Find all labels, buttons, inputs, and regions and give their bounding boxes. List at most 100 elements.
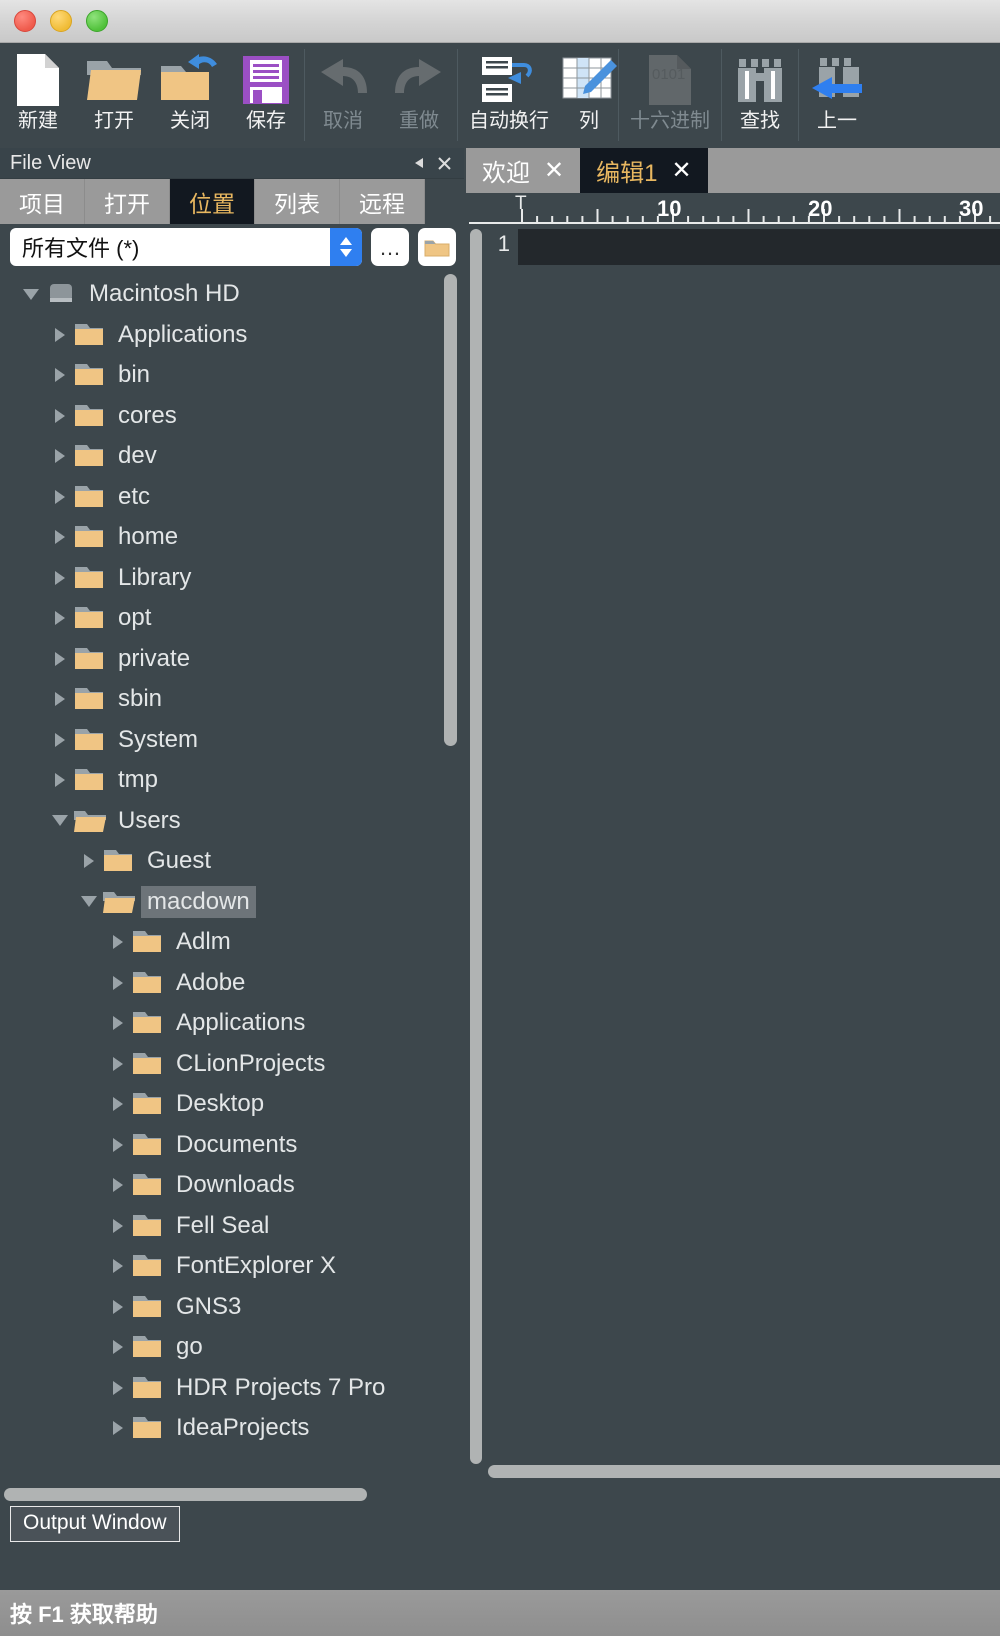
chevron-down-icon[interactable]	[18, 288, 44, 300]
toolbar-button-column-edit[interactable]: 列	[560, 43, 618, 148]
chevron-right-icon[interactable]	[105, 1178, 131, 1193]
close-icon[interactable]	[432, 151, 456, 175]
toolbar-button-hex-view: 0101 十六进制	[619, 43, 721, 148]
toolbar-button-find-previous[interactable]: 上一	[799, 43, 875, 148]
output-window-tab[interactable]: Output Window	[10, 1506, 180, 1542]
toolbar-button-word-wrap[interactable]: 自动换行	[458, 43, 560, 148]
editor-vertical-scrollbar[interactable]	[470, 229, 482, 1464]
chevron-right-icon[interactable]	[105, 1097, 131, 1112]
file-tree-row[interactable]: macdown	[0, 882, 464, 923]
file-tree-row[interactable]: Guest	[0, 841, 464, 882]
editor-tab-0[interactable]: 欢迎 ✕	[466, 148, 581, 193]
file-tree-scroll-region: Macintosh HD Applications bin cores dev etc ho…	[0, 270, 464, 1504]
file-tree-row[interactable]: CLionProjects	[0, 1044, 464, 1085]
close-icon[interactable]: ✕	[544, 158, 564, 183]
file-tree-row[interactable]: Applications	[0, 315, 464, 356]
chevron-right-icon[interactable]	[105, 1137, 131, 1152]
file-tree-row[interactable]: FontExplorer X	[0, 1246, 464, 1287]
toolbar-button-binoculars-find[interactable]: 查找	[722, 43, 798, 148]
file-tree-row-label: etc	[118, 482, 151, 510]
file-filter-stepper-icon[interactable]	[330, 228, 362, 266]
toolbar-button-close-folder[interactable]: 关闭	[152, 43, 228, 148]
file-tree-row[interactable]: bin	[0, 355, 464, 396]
chevron-right-icon[interactable]	[105, 1259, 131, 1274]
chevron-right-icon[interactable]	[105, 935, 131, 950]
folder-open-icon	[102, 889, 136, 915]
file-tree-row[interactable]: HDR Projects 7 Pro	[0, 1368, 464, 1409]
chevron-right-icon[interactable]	[47, 449, 73, 464]
file-view-tab-0[interactable]: 项目	[0, 179, 85, 224]
chevron-right-icon[interactable]	[47, 327, 73, 342]
folder-icon	[131, 1334, 165, 1360]
file-tree-row[interactable]: GNS3	[0, 1287, 464, 1328]
file-tree-row[interactable]: etc	[0, 477, 464, 518]
chevron-down-icon[interactable]	[76, 896, 102, 908]
file-tree-row-label: home	[118, 523, 179, 551]
chevron-right-icon[interactable]	[76, 854, 102, 869]
chevron-down-icon[interactable]	[47, 815, 73, 827]
toolbar-button-new-document[interactable]: 新建	[0, 43, 76, 148]
file-view-tab-1[interactable]: 打开	[85, 179, 170, 224]
file-view-tab-4[interactable]: 远程	[340, 179, 425, 224]
editor-horizontal-scrollbar[interactable]	[488, 1465, 1000, 1478]
file-tree-row[interactable]: Downloads	[0, 1165, 464, 1206]
chevron-right-icon[interactable]	[47, 570, 73, 585]
file-tree-row-label: CLionProjects	[176, 1049, 326, 1077]
toolbar-button-open-folder[interactable]: 打开	[76, 43, 152, 148]
toolbar-button-floppy-save[interactable]: 保存	[228, 43, 304, 148]
file-tree-row[interactable]: Adlm	[0, 922, 464, 963]
chevron-right-icon[interactable]	[105, 1299, 131, 1314]
chevron-right-icon[interactable]	[47, 611, 73, 626]
file-tree-row[interactable]: Applications	[0, 1003, 464, 1044]
editor-tab-1[interactable]: 编辑1 ✕	[580, 148, 708, 193]
file-tree-row[interactable]: private	[0, 639, 464, 680]
chevron-right-icon[interactable]	[105, 1056, 131, 1071]
code-editing-area[interactable]: 1	[466, 229, 1000, 1504]
minimize-window-button[interactable]	[50, 10, 72, 32]
chevron-right-icon[interactable]	[47, 368, 73, 383]
zoom-window-button[interactable]	[86, 10, 108, 32]
chevron-right-icon[interactable]	[105, 975, 131, 990]
file-tree-vertical-scrollbar[interactable]	[444, 274, 457, 746]
folder-icon	[131, 1415, 165, 1441]
file-tree-row[interactable]: Adobe	[0, 963, 464, 1004]
chevron-right-icon[interactable]	[47, 408, 73, 423]
file-tree-row[interactable]: Users	[0, 801, 464, 842]
file-tree-row[interactable]: tmp	[0, 760, 464, 801]
file-tree-horizontal-scrollbar[interactable]	[4, 1488, 367, 1501]
close-icon[interactable]: ✕	[671, 158, 691, 183]
file-tree-row[interactable]: IdeaProjects	[0, 1408, 464, 1449]
chevron-right-icon[interactable]	[105, 1421, 131, 1436]
file-tree-row[interactable]: Library	[0, 558, 464, 599]
chevron-right-icon[interactable]	[47, 692, 73, 707]
file-tree-row[interactable]: dev	[0, 436, 464, 477]
file-view-tab-3[interactable]: 列表	[255, 179, 340, 224]
chevron-right-icon[interactable]	[47, 732, 73, 747]
svg-text:0101: 0101	[652, 66, 685, 83]
chevron-right-icon[interactable]	[47, 530, 73, 545]
file-tree-row[interactable]: home	[0, 517, 464, 558]
file-tree-row[interactable]: Fell Seal	[0, 1206, 464, 1247]
chevron-right-icon[interactable]	[105, 1016, 131, 1031]
chevron-right-icon[interactable]	[47, 489, 73, 504]
file-tree-row[interactable]: Documents	[0, 1125, 464, 1166]
file-view-tab-2[interactable]: 位置	[170, 179, 255, 224]
file-filter-select[interactable]: 所有文件 (*)	[10, 228, 362, 266]
file-tree-row[interactable]: Macintosh HD	[0, 274, 464, 315]
file-tree-row[interactable]: Desktop	[0, 1084, 464, 1125]
chevron-right-icon[interactable]	[105, 1380, 131, 1395]
collapse-panel-icon[interactable]	[408, 151, 432, 175]
close-window-button[interactable]	[14, 10, 36, 32]
browse-button[interactable]: …	[371, 228, 409, 266]
chevron-right-icon[interactable]	[105, 1218, 131, 1233]
file-tree-row[interactable]: go	[0, 1327, 464, 1368]
file-tree-row[interactable]: cores	[0, 396, 464, 437]
open-folder-button[interactable]	[418, 228, 456, 266]
chevron-right-icon[interactable]	[105, 1340, 131, 1355]
file-tree-row[interactable]: System	[0, 720, 464, 761]
chevron-right-icon[interactable]	[47, 651, 73, 666]
close-folder-icon	[159, 51, 221, 109]
chevron-right-icon[interactable]	[47, 773, 73, 788]
file-tree-row[interactable]: opt	[0, 598, 464, 639]
file-tree-row[interactable]: sbin	[0, 679, 464, 720]
